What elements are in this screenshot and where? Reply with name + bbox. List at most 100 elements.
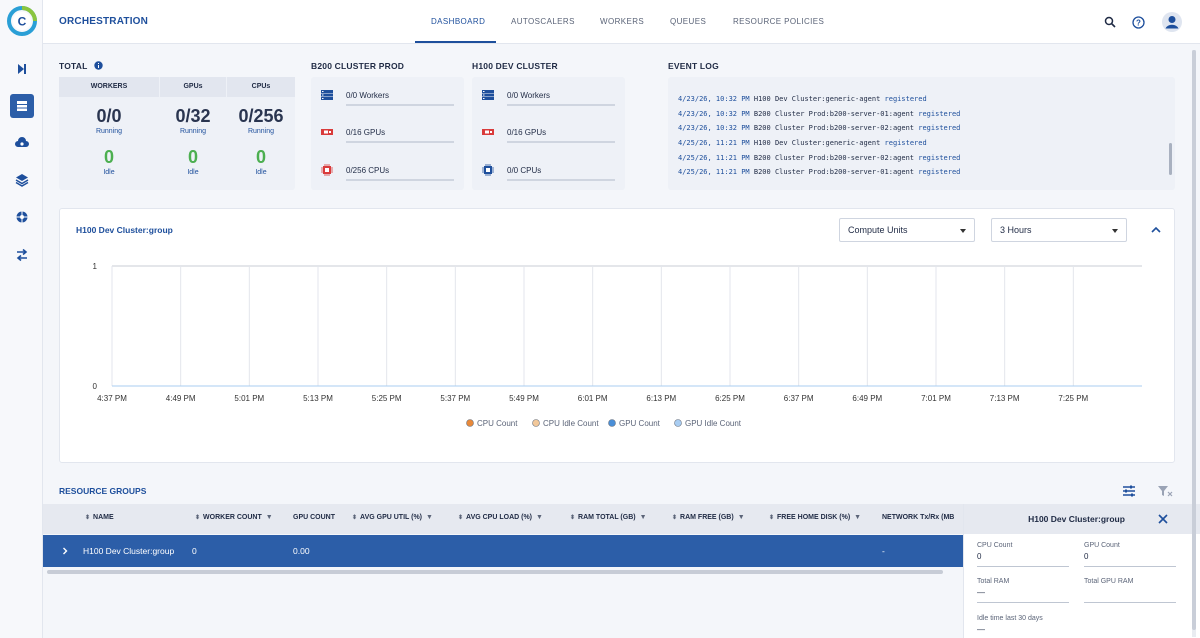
column-ram-free-header[interactable]: ⬍ RAM FREE (GB) ▼	[672, 514, 745, 521]
event-log[interactable]: 4/23/26, 10:32 PM H100 Dev Cluster:gener…	[668, 77, 1175, 190]
dashboard-icon[interactable]	[10, 94, 34, 118]
filter-icon[interactable]: ▼	[640, 514, 647, 521]
column-network-header[interactable]: NETWORK Tx/Rx (MB	[882, 514, 954, 521]
sort-icon[interactable]: ⬍	[352, 515, 357, 521]
column-free-home-disk-label: FREE HOME DISK (%)	[777, 514, 851, 521]
h100-gpus-bar	[507, 141, 615, 143]
total-workers-idle: 0	[103, 147, 114, 167]
total-cpus-header: CPUs	[227, 77, 295, 97]
y-tick-label: 0	[93, 382, 98, 391]
event-log-scrollbar[interactable]	[1169, 143, 1172, 175]
total-card: WORKERS 0/0 Running 0 Idle GPUs 0/32 Run…	[59, 77, 295, 190]
sort-icon[interactable]: ⬍	[85, 515, 90, 521]
chevron-right-icon[interactable]	[61, 547, 69, 555]
x-tick-label: 7:01 PM	[921, 394, 951, 403]
log-timestamp: 4/23/26, 10:32 PM	[678, 95, 750, 103]
column-gpu-count-header[interactable]: GPU COUNT	[293, 514, 335, 521]
chevron-up-icon[interactable]	[1148, 222, 1164, 238]
x-tick-label: 5:25 PM	[372, 394, 402, 403]
log-message: B200 Cluster Prod:b200-server-02:agent	[753, 154, 915, 162]
column-ram-total-header[interactable]: ⬍ RAM TOTAL (GB) ▼	[570, 514, 647, 521]
column-avg-gpu-util-header[interactable]: ⬍ AVG GPU UTIL (%) ▼	[352, 514, 433, 521]
search-icon[interactable]	[1100, 12, 1120, 32]
log-entry: 4/25/26, 11:21 PM B200 Cluster Prod:b200…	[678, 154, 960, 162]
detail-idle-time: Idle time last 30 days —	[977, 615, 1069, 634]
sort-icon[interactable]: ⬍	[458, 515, 463, 521]
total-cpus-running: 0/256	[238, 106, 284, 126]
total-gpus-column: GPUs 0/32 Running 0 Idle	[160, 77, 226, 190]
tab-autoscalers[interactable]: AUTOSCALERS	[511, 17, 575, 26]
svg-text:?: ?	[1136, 18, 1141, 27]
account-icon[interactable]	[1161, 11, 1183, 33]
help-icon[interactable]: ?	[1128, 12, 1148, 32]
clear-filter-icon[interactable]	[1157, 484, 1173, 498]
b200-cluster-card[interactable]: 0/0 Workers 0/16 GPUs 0/256 CPUs	[311, 77, 464, 190]
cloud-icon[interactable]	[10, 131, 34, 155]
filter-icon[interactable]: ▼	[536, 514, 543, 521]
sort-icon[interactable]: ⬍	[570, 515, 575, 521]
tab-workers[interactable]: WORKERS	[600, 17, 644, 26]
transfer-icon[interactable]	[10, 243, 34, 267]
table-row[interactable]: H100 Dev Cluster:group 0 0.00 -	[43, 535, 963, 567]
detail-label: GPU Count	[1084, 542, 1120, 549]
chevron-down-icon	[1112, 229, 1118, 233]
network-icon[interactable]	[10, 205, 34, 229]
column-name-header[interactable]: ⬍ NAME	[85, 514, 114, 521]
total-gpus-running: 0/32	[175, 106, 211, 126]
svg-text:C: C	[18, 15, 27, 29]
chevron-down-icon	[960, 229, 966, 233]
divider	[1084, 566, 1176, 567]
h100-cluster-card[interactable]: 0/0 Workers 0/16 GPUs 0/0 CPUs	[472, 77, 625, 190]
page-scrollbar[interactable]	[1192, 50, 1196, 637]
column-network-label: NETWORK Tx/Rx (MB	[882, 514, 955, 521]
layers-icon[interactable]	[10, 168, 34, 192]
log-timestamp: 4/23/26, 10:32 PM	[678, 124, 750, 132]
sort-icon[interactable]: ⬍	[672, 515, 677, 521]
horizontal-scrollbar[interactable]	[47, 570, 943, 574]
sort-icon[interactable]: ⬍	[769, 515, 774, 521]
close-icon[interactable]	[1156, 512, 1170, 526]
column-avg-cpu-load-label: AVG CPU LOAD (%)	[466, 514, 533, 521]
total-cpus-idle: 0	[255, 147, 266, 167]
column-avg-cpu-load-header[interactable]: ⬍ AVG CPU LOAD (%) ▼	[458, 514, 543, 521]
total-workers-header: WORKERS	[59, 77, 159, 97]
column-worker-count-header[interactable]: ⬍ WORKER COUNT ▼	[195, 514, 273, 521]
app-logo[interactable]: C	[7, 6, 37, 36]
legend-marker	[532, 419, 540, 427]
detail-label: Total RAM	[977, 578, 1010, 585]
filter-icon[interactable]: ▼	[266, 514, 273, 521]
log-status: registered	[918, 110, 961, 118]
legend-marker	[466, 419, 474, 427]
columns-settings-icon[interactable]	[1121, 484, 1137, 498]
detail-value: —	[977, 625, 985, 634]
page-scrollbar-thumb[interactable]	[1192, 50, 1196, 630]
gpu-icon	[482, 129, 494, 135]
column-ram-free-label: RAM FREE (GB)	[680, 514, 734, 521]
log-message: H100 Dev Cluster:generic-agent	[753, 139, 881, 147]
total-cpus-idle-label: Idle	[255, 169, 267, 176]
details-header: H100 Dev Cluster:group	[964, 504, 1200, 534]
column-avg-gpu-util-label: AVG GPU UTIL (%)	[360, 514, 422, 521]
tab-queues[interactable]: QUEUES	[670, 17, 706, 26]
x-tick-label: 4:37 PM	[97, 394, 127, 403]
total-gpus-header: GPUs	[160, 77, 226, 97]
column-free-home-disk-header[interactable]: ⬍ FREE HOME DISK (%) ▼	[769, 514, 861, 521]
top-bar: ORCHESTRATION DASHBOARD AUTOSCALERS WORK…	[43, 0, 1200, 44]
range-select[interactable]: 3 Hours	[991, 218, 1127, 242]
event-log-title: EVENT LOG	[668, 61, 719, 71]
filter-icon[interactable]: ▼	[854, 514, 861, 521]
x-tick-label: 7:25 PM	[1058, 394, 1088, 403]
x-tick-label: 7:13 PM	[990, 394, 1020, 403]
sort-icon[interactable]: ⬍	[195, 515, 200, 521]
x-tick-label: 4:49 PM	[166, 394, 196, 403]
tab-resource-policies[interactable]: RESOURCE POLICIES	[733, 17, 824, 26]
h100-gpus-row: 0/16 GPUs	[482, 125, 616, 145]
filter-icon[interactable]: ▼	[426, 514, 433, 521]
filter-icon[interactable]: ▼	[738, 514, 745, 521]
detail-value: 0	[977, 552, 982, 561]
expand-icon[interactable]	[10, 57, 34, 81]
info-icon[interactable]	[94, 61, 103, 70]
metric-select[interactable]: Compute Units	[839, 218, 975, 242]
tab-dashboard[interactable]: DASHBOARD	[431, 17, 485, 26]
b200-cpus: 0/256 CPUs	[346, 166, 390, 175]
